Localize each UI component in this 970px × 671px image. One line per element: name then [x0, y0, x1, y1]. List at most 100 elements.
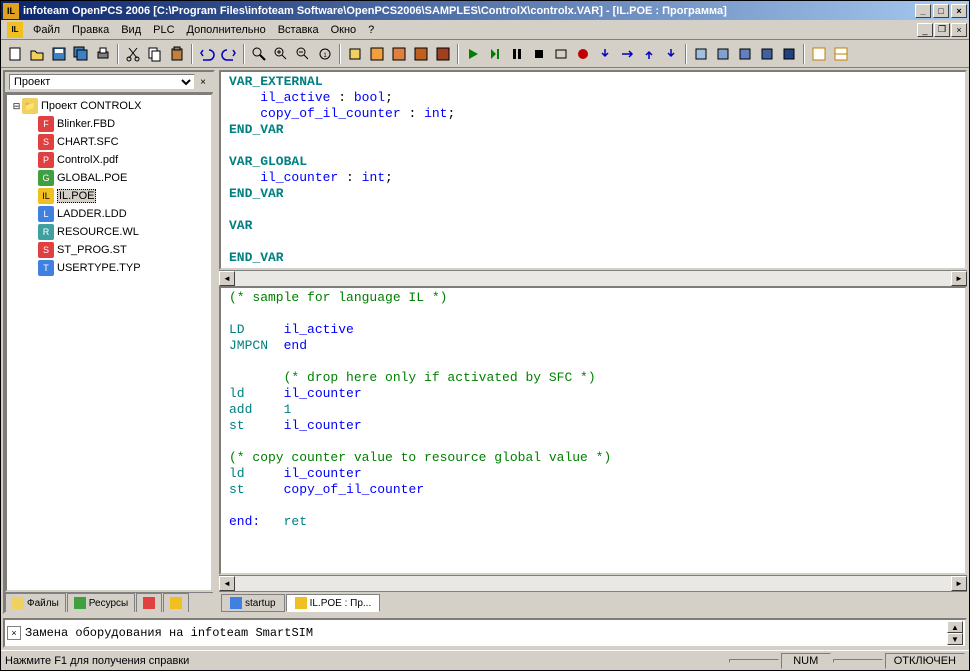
status-num: NUM — [781, 653, 831, 669]
toolbar: 1 — [1, 40, 969, 68]
sidebar-tab-resources[interactable]: Ресурсы — [67, 593, 135, 612]
output-close-icon[interactable]: × — [7, 626, 21, 640]
tree-item[interactable]: PControlX.pdf — [9, 151, 209, 169]
reset-icon[interactable] — [551, 44, 571, 64]
tree-item[interactable]: SCHART.SFC — [9, 133, 209, 151]
tree-item[interactable]: SST_PROG.ST — [9, 241, 209, 259]
menu-file[interactable]: Файл — [27, 22, 66, 38]
scroll-up-icon[interactable]: ▲ — [947, 621, 963, 633]
tree-root[interactable]: ⊟ 📁 Проект CONTROLX — [9, 97, 209, 115]
poe-icon: G — [38, 170, 54, 186]
editor-area: VAR_EXTERNAL il_active : bool; copy_of_i… — [219, 70, 967, 614]
top-hscroll[interactable]: ◄ ► — [219, 270, 967, 286]
tree-root-label: Проект CONTROLX — [41, 100, 141, 112]
build-icon[interactable] — [367, 44, 387, 64]
scroll-down-icon[interactable]: ▼ — [947, 633, 963, 645]
sidebar-tab-files[interactable]: Файлы — [5, 593, 66, 612]
open-icon[interactable] — [27, 44, 47, 64]
stop-icon[interactable] — [529, 44, 549, 64]
print-icon[interactable] — [93, 44, 113, 64]
code-editor[interactable]: (* sample for language IL *) LD il_activ… — [219, 286, 967, 575]
scroll-right-icon[interactable]: ► — [951, 576, 967, 591]
menu-view[interactable]: Вид — [115, 22, 147, 38]
project-tree[interactable]: ⊟ 📁 Проект CONTROLX FBlinker.FBD SCHART.… — [5, 93, 213, 592]
menu-edit[interactable]: Правка — [66, 22, 115, 38]
app-icon: IL — [3, 3, 19, 19]
menu-window[interactable]: Окно — [325, 22, 363, 38]
scroll-right-icon[interactable]: ► — [951, 271, 967, 286]
menu-plc[interactable]: PLC — [147, 22, 180, 38]
menubar: IL Файл Правка Вид PLC Дополнительно Вст… — [1, 20, 969, 40]
stepup-icon[interactable] — [639, 44, 659, 64]
expand-icon[interactable]: ⊟ — [11, 101, 22, 112]
status-connection: ОТКЛЮЧЕН — [885, 653, 965, 669]
mdi-close-button[interactable]: × — [951, 23, 967, 37]
sidebar-close-icon[interactable]: × — [197, 77, 209, 88]
mdi-icon[interactable]: IL — [7, 22, 23, 38]
maximize-button[interactable]: □ — [933, 4, 949, 18]
undo-icon[interactable] — [197, 44, 217, 64]
step-icon[interactable] — [485, 44, 505, 64]
tree-item[interactable]: RRESOURCE.WL — [9, 223, 209, 241]
block2-icon[interactable] — [713, 44, 733, 64]
wl-icon: R — [38, 224, 54, 240]
zoomin-icon[interactable] — [271, 44, 291, 64]
close-button[interactable]: × — [951, 4, 967, 18]
scroll-left-icon[interactable]: ◄ — [219, 271, 235, 286]
editor-tab-ilpoe[interactable]: IL.POE : Пр... — [286, 594, 381, 612]
block5-icon[interactable] — [779, 44, 799, 64]
pause-icon[interactable] — [507, 44, 527, 64]
run-icon[interactable] — [463, 44, 483, 64]
mdi-restore-button[interactable]: ❐ — [934, 23, 950, 37]
tree-item[interactable]: LLADDER.LDD — [9, 205, 209, 223]
statusbar: Нажмите F1 для получения справки NUM ОТК… — [1, 650, 969, 670]
zoom100-icon[interactable]: 1 — [315, 44, 335, 64]
menu-extra[interactable]: Дополнительно — [181, 22, 272, 38]
cut-icon[interactable] — [123, 44, 143, 64]
scroll-left-icon[interactable]: ◄ — [219, 576, 235, 591]
stepdown-icon[interactable] — [661, 44, 681, 64]
paste-icon[interactable] — [167, 44, 187, 64]
sidebar-tab-help[interactable] — [163, 593, 189, 612]
editor-tabs: startup IL.POE : Пр... — [219, 591, 967, 614]
download-icon[interactable] — [411, 44, 431, 64]
lib-icon — [143, 597, 155, 609]
il-icon: IL — [38, 188, 54, 204]
find-icon[interactable] — [249, 44, 269, 64]
bottom-hscroll[interactable]: ◄ ► — [219, 575, 967, 591]
project-dropdown[interactable]: Проект — [9, 74, 195, 90]
tree-item-selected[interactable]: ILIL.POE — [9, 187, 209, 205]
status-empty2 — [833, 659, 883, 663]
stepinto-icon[interactable] — [595, 44, 615, 64]
save-icon[interactable] — [49, 44, 69, 64]
sfc-icon: S — [38, 134, 54, 150]
breakpoint-icon[interactable] — [573, 44, 593, 64]
new-icon[interactable] — [5, 44, 25, 64]
copy-icon[interactable] — [145, 44, 165, 64]
online-icon[interactable] — [433, 44, 453, 64]
window2-icon[interactable] — [831, 44, 851, 64]
zoomout-icon[interactable] — [293, 44, 313, 64]
declarations-editor[interactable]: VAR_EXTERNAL il_active : bool; copy_of_i… — [219, 70, 967, 270]
stepover-icon[interactable] — [617, 44, 637, 64]
tree-item[interactable]: FBlinker.FBD — [9, 115, 209, 133]
editor-tab-startup[interactable]: startup — [221, 594, 285, 612]
project-sidebar: Проект × ⊟ 📁 Проект CONTROLX FBlinker.FB… — [3, 70, 215, 614]
status-empty1 — [729, 659, 779, 663]
compile-icon[interactable] — [345, 44, 365, 64]
block3-icon[interactable] — [735, 44, 755, 64]
block4-icon[interactable] — [757, 44, 777, 64]
minimize-button[interactable]: _ — [915, 4, 931, 18]
rebuild-icon[interactable] — [389, 44, 409, 64]
menu-insert[interactable]: Вставка — [272, 22, 325, 38]
mdi-minimize-button[interactable]: _ — [917, 23, 933, 37]
block1-icon[interactable] — [691, 44, 711, 64]
redo-icon[interactable] — [219, 44, 239, 64]
sidebar-tabs: Файлы Ресурсы — [5, 592, 213, 612]
tree-item[interactable]: GGLOBAL.POE — [9, 169, 209, 187]
saveall-icon[interactable] — [71, 44, 91, 64]
sidebar-tab-lib[interactable] — [136, 593, 162, 612]
menu-help[interactable]: ? — [362, 22, 380, 38]
tree-item[interactable]: TUSERTYPE.TYP — [9, 259, 209, 277]
window1-icon[interactable] — [809, 44, 829, 64]
